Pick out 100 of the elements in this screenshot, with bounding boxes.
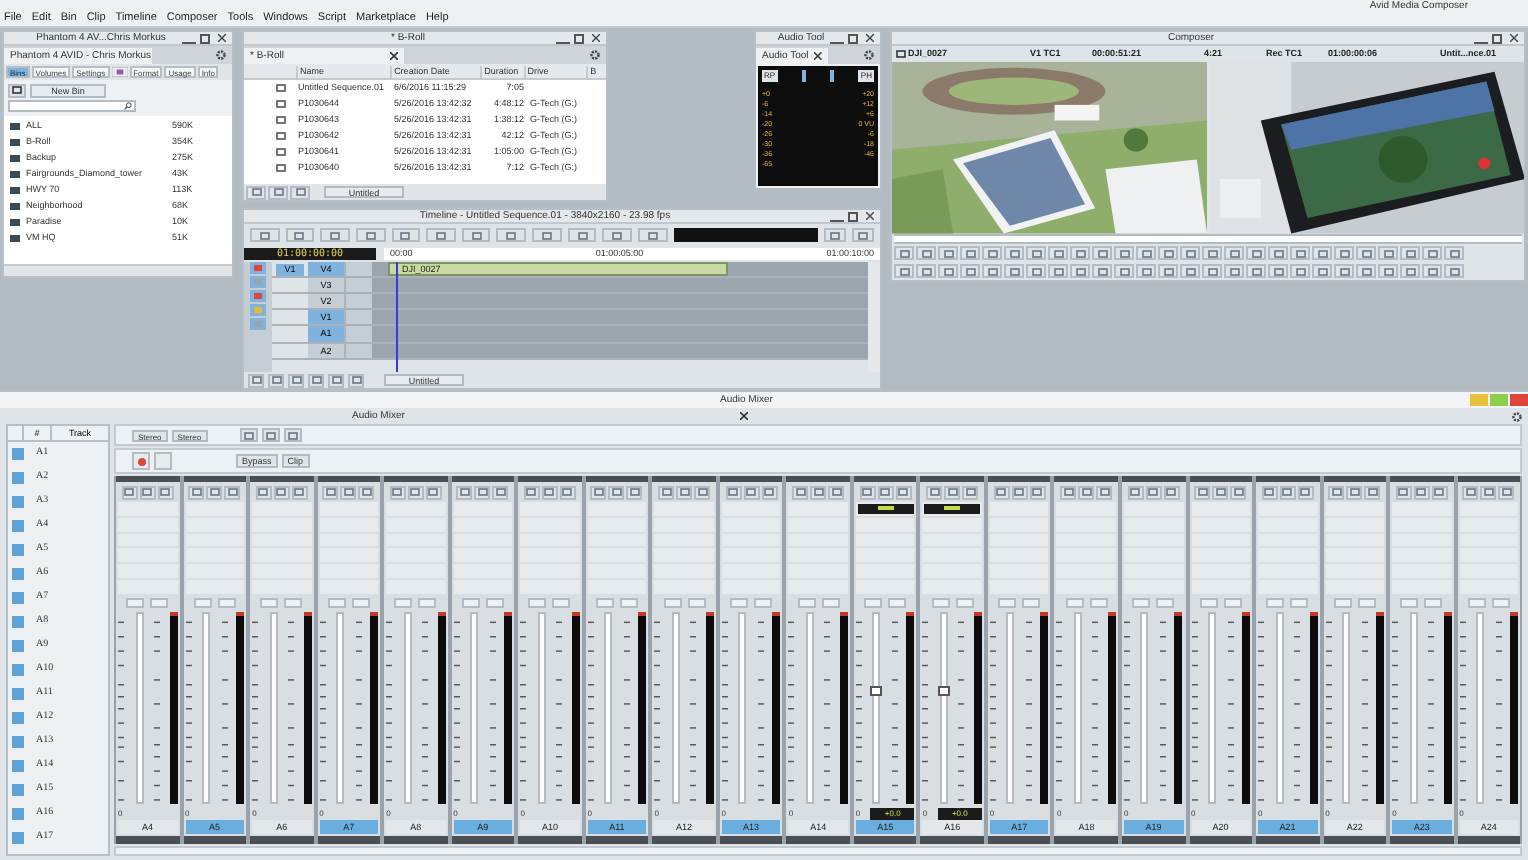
mute-button[interactable] — [351, 597, 370, 607]
solo-button[interactable] — [1333, 597, 1352, 607]
track-checkbox[interactable] — [12, 712, 24, 724]
solo-button[interactable] — [528, 597, 547, 607]
mute-button[interactable] — [1089, 597, 1108, 607]
toolbar-button[interactable] — [823, 228, 846, 242]
settings-icon[interactable] — [590, 50, 600, 60]
toolbar-button[interactable] — [250, 228, 280, 242]
close-icon[interactable] — [740, 412, 748, 420]
solo-button[interactable] — [730, 597, 749, 607]
solo-button[interactable] — [864, 597, 883, 607]
fader-track[interactable] — [604, 612, 613, 804]
settings-icon[interactable] — [216, 50, 226, 60]
mute-button[interactable] — [955, 597, 974, 607]
fader-track[interactable] — [336, 612, 345, 804]
solo-button[interactable] — [1199, 597, 1218, 607]
close-button[interactable] — [214, 33, 228, 43]
fader-track[interactable] — [1073, 612, 1082, 804]
track-checkbox[interactable] — [12, 520, 24, 532]
position-indicator[interactable] — [396, 262, 398, 372]
fader-track[interactable] — [135, 612, 143, 804]
track-checkbox[interactable] — [12, 688, 24, 700]
fader-track[interactable] — [537, 612, 546, 804]
maximize-button[interactable] — [848, 33, 858, 43]
close-button[interactable] — [1506, 33, 1520, 43]
solo-button[interactable] — [797, 597, 816, 607]
fader-track[interactable] — [1140, 612, 1149, 804]
search-field[interactable] — [8, 100, 136, 112]
mute-button[interactable] — [284, 597, 303, 607]
toolbar-button[interactable] — [567, 228, 597, 242]
position-bar[interactable] — [894, 233, 1522, 245]
fader-track[interactable] — [1409, 612, 1418, 804]
solo-button[interactable] — [1132, 597, 1151, 607]
fader-track[interactable] — [939, 612, 948, 804]
mute-button[interactable] — [754, 597, 773, 607]
fader-track[interactable] — [1275, 612, 1284, 804]
fader-track[interactable] — [1476, 612, 1485, 804]
solo-button[interactable] — [595, 597, 614, 607]
track-checkbox[interactable] — [12, 592, 24, 604]
fader-track[interactable] — [1006, 612, 1015, 804]
mute-button[interactable] — [1290, 597, 1309, 607]
solo-button[interactable] — [931, 597, 950, 607]
track-checkbox[interactable] — [12, 808, 24, 820]
track-checkbox[interactable] — [12, 616, 24, 628]
toolbar-button[interactable] — [496, 228, 527, 242]
lock-button[interactable] — [154, 452, 172, 470]
mute-button[interactable] — [418, 597, 437, 607]
fader-track[interactable] — [202, 612, 211, 804]
solo-button[interactable] — [998, 597, 1017, 607]
bin-menu-button[interactable] — [8, 83, 26, 97]
track-checkbox[interactable] — [12, 472, 24, 484]
close-icon[interactable] — [814, 52, 822, 60]
track-checkbox[interactable] — [12, 832, 24, 844]
mute-button[interactable] — [1156, 597, 1175, 607]
track-checkbox[interactable] — [12, 544, 24, 556]
fader-handle[interactable] — [937, 685, 950, 696]
maximize-button[interactable] — [848, 211, 858, 221]
mute-button[interactable] — [888, 597, 907, 607]
track-checkbox[interactable] — [12, 448, 24, 460]
mute-button[interactable] — [1022, 597, 1041, 607]
solo-button[interactable] — [1266, 597, 1285, 607]
track-checkbox[interactable] — [12, 784, 24, 796]
mute-button[interactable] — [217, 597, 236, 607]
fader-track[interactable] — [738, 612, 747, 804]
fader-track[interactable] — [470, 612, 479, 804]
toolbar-button[interactable] — [320, 228, 350, 242]
fader-track[interactable] — [403, 612, 412, 804]
toolbar-button[interactable] — [461, 228, 491, 242]
horizontal-scrollbar[interactable] — [114, 846, 1522, 856]
solo-button[interactable] — [663, 597, 682, 607]
solo-button[interactable] — [394, 597, 413, 607]
fader-track[interactable] — [805, 612, 814, 804]
fader-track[interactable] — [671, 612, 680, 804]
mute-button[interactable] — [485, 597, 504, 607]
mute-button[interactable] — [1491, 597, 1510, 607]
mute-button[interactable] — [619, 597, 638, 607]
insert-slot[interactable] — [855, 502, 915, 516]
toolbar-button[interactable] — [638, 228, 668, 242]
close-icon[interactable] — [390, 52, 398, 60]
mute-button[interactable] — [1357, 597, 1376, 607]
close-button[interactable] — [588, 33, 602, 43]
solo-button[interactable] — [327, 597, 346, 607]
settings-icon[interactable] — [1512, 411, 1522, 421]
maximize-button[interactable] — [200, 33, 210, 43]
track-checkbox[interactable] — [12, 496, 24, 508]
mute-button[interactable] — [552, 597, 571, 607]
close-button[interactable] — [862, 211, 876, 221]
solo-button[interactable] — [260, 597, 279, 607]
mute-button[interactable] — [687, 597, 706, 607]
fader-handle[interactable] — [870, 685, 883, 696]
solo-button[interactable] — [461, 597, 480, 607]
mute-button[interactable] — [1223, 597, 1242, 607]
solo-button[interactable] — [1400, 597, 1419, 607]
toolbar-button[interactable] — [426, 228, 456, 242]
maximize-button[interactable] — [574, 33, 584, 43]
mute-button[interactable] — [150, 597, 169, 607]
track-checkbox[interactable] — [12, 640, 24, 652]
toolbar-button[interactable] — [285, 228, 315, 242]
solo-button[interactable] — [1467, 597, 1486, 607]
track-checkbox[interactable] — [12, 568, 24, 580]
